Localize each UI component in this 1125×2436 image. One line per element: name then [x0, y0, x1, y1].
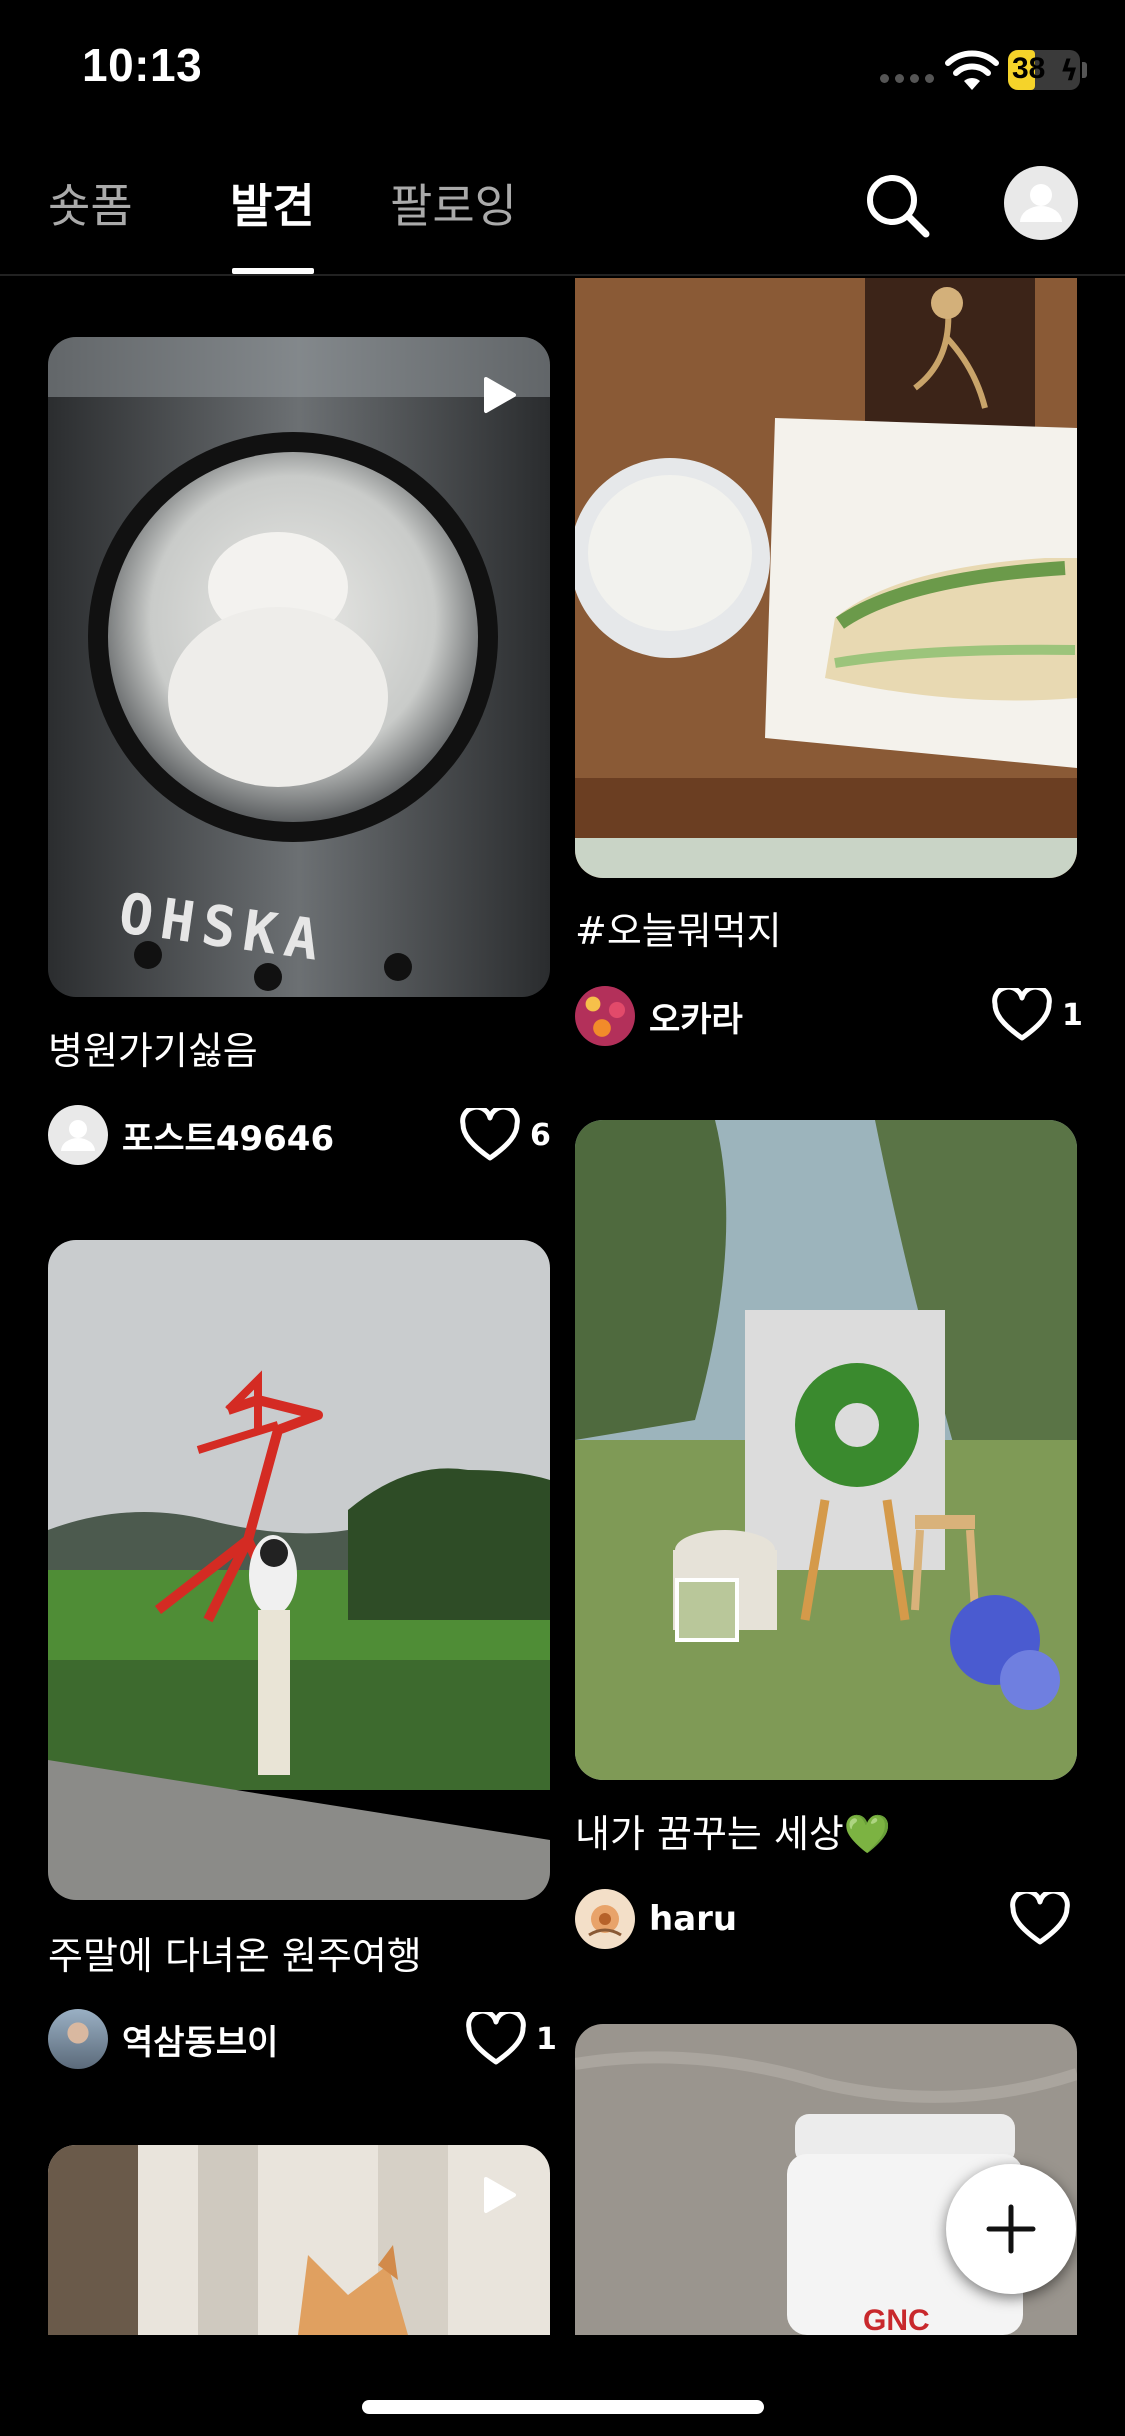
author-avatar: [575, 986, 635, 1046]
cat-backpack-photo: OHSKA: [48, 337, 550, 997]
wifi-icon: [945, 50, 999, 90]
search-icon[interactable]: [862, 170, 932, 240]
like-button[interactable]: [1010, 1892, 1080, 1946]
post-caption: 병원가기싫음: [48, 1029, 258, 1073]
author-name: 포스트49646: [122, 1118, 335, 1159]
like-button[interactable]: 6: [460, 1108, 551, 1162]
tab-shortform[interactable]: 숏폼: [48, 170, 133, 236]
heart-icon: [992, 988, 1052, 1041]
profile-icon[interactable]: [1004, 166, 1078, 240]
like-button[interactable]: 1: [466, 2012, 557, 2066]
heart-icon: [466, 2012, 526, 2065]
post-caption: #오늘뭐먹지: [575, 909, 782, 953]
video-play-icon: [484, 2177, 516, 2213]
like-count: 1: [536, 2021, 557, 2057]
like-count: 1: [1062, 997, 1083, 1033]
post-author[interactable]: 오카라: [575, 985, 743, 1047]
author-avatar: [48, 2009, 108, 2069]
sandwich-photo: [575, 278, 1077, 878]
garden-photo: [575, 1120, 1077, 1780]
post-image[interactable]: OHSKA: [48, 337, 550, 997]
post-image[interactable]: [48, 2145, 550, 2335]
post-image[interactable]: [575, 1120, 1077, 1780]
tab-discover[interactable]: 발견: [230, 170, 315, 236]
heart-icon: [1010, 1892, 1070, 1945]
top-nav: 숏폼 발견 팔로잉: [0, 150, 1125, 276]
like-count: 6: [530, 1117, 551, 1153]
post-caption: 내가 꿈꾸는 세상💚: [575, 1812, 892, 1856]
author-name: 오카라: [649, 999, 743, 1040]
charging-bolt-icon: ϟ: [1060, 54, 1079, 87]
post-author[interactable]: 역삼동브이: [48, 2008, 278, 2070]
plus-icon: [986, 2204, 1036, 2254]
sculpture-photo: [48, 1240, 550, 1900]
like-button[interactable]: 1: [992, 988, 1083, 1042]
tab-following[interactable]: 팔로잉: [390, 170, 517, 236]
battery-level: 38: [1012, 52, 1046, 85]
author-avatar: [48, 1105, 108, 1165]
heart-icon: [460, 1108, 520, 1161]
status-time: 10:13: [82, 39, 203, 91]
post-caption: 주말에 다녀온 원주여행: [48, 1934, 422, 1978]
post-image[interactable]: [48, 1240, 550, 1900]
post-author[interactable]: 포스트49646: [48, 1104, 334, 1166]
bottle-label: GNC: [863, 2304, 930, 2335]
post-image[interactable]: [575, 278, 1077, 878]
video-play-icon: [484, 377, 516, 413]
cellular-signal-icon: [880, 74, 934, 83]
home-indicator[interactable]: [362, 2400, 764, 2414]
battery-icon: 38 ϟ: [1008, 50, 1080, 90]
status-bar: 10:13 38 ϟ: [0, 0, 1125, 140]
create-post-button[interactable]: [946, 2164, 1076, 2294]
battery-cap: [1082, 62, 1087, 78]
active-tab-indicator: [232, 268, 314, 274]
author-name: haru: [649, 1899, 738, 1939]
post-author[interactable]: haru: [575, 1888, 737, 1950]
author-avatar: [575, 1889, 635, 1949]
author-name: 역삼동브이: [122, 2022, 279, 2063]
cat-window-photo: [48, 2145, 550, 2335]
